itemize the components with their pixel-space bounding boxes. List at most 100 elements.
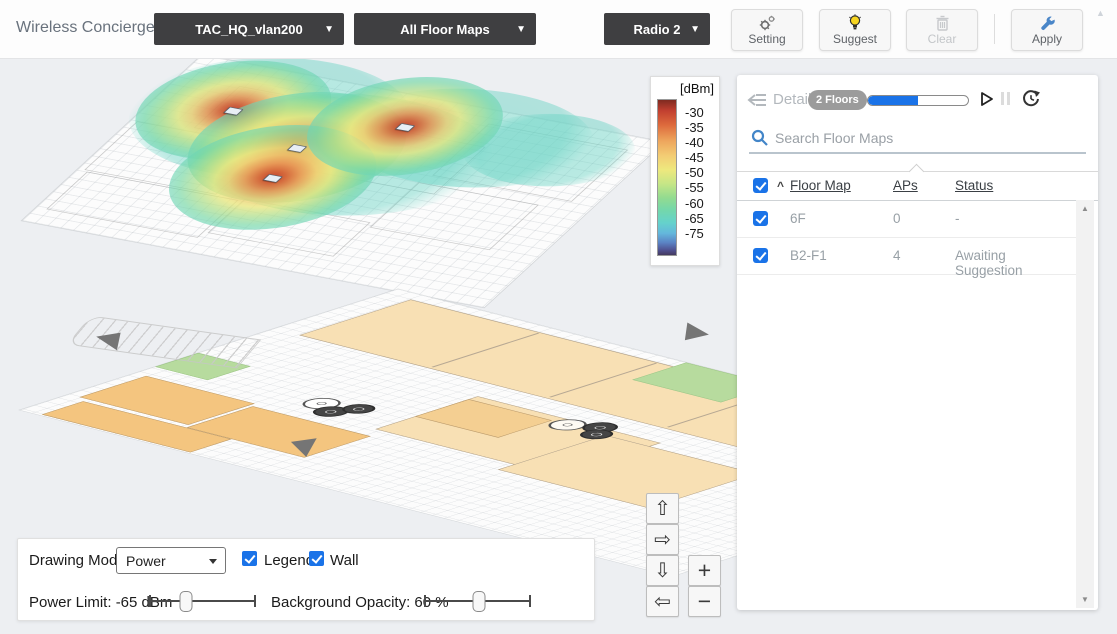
background-opacity-slider-thumb[interactable] bbox=[472, 591, 485, 612]
floor-name: 6F bbox=[790, 211, 806, 226]
radio-dropdown[interactable]: Radio 2 ▼ bbox=[604, 13, 710, 45]
slider-tick bbox=[254, 595, 256, 607]
collapse-left-icon bbox=[747, 92, 767, 108]
column-header-floor-map[interactable]: Floor Map bbox=[790, 178, 851, 193]
minus-icon: − bbox=[698, 588, 711, 615]
pause-icon bbox=[1007, 92, 1010, 105]
setting-button[interactable]: Setting bbox=[731, 9, 803, 51]
background-opacity-label: Background Opacity: 60 % bbox=[271, 594, 449, 611]
search-icon bbox=[751, 129, 768, 146]
legend-tick: -75 bbox=[681, 226, 713, 241]
slider-tick bbox=[149, 595, 151, 607]
toolbar-divider bbox=[994, 14, 995, 44]
animation-progress-bar[interactable] bbox=[867, 95, 969, 106]
apply-label: Apply bbox=[1032, 32, 1062, 46]
legend-checkbox[interactable] bbox=[242, 551, 257, 566]
pan-down-button[interactable]: ⇩ bbox=[646, 555, 679, 586]
slider-tick bbox=[529, 595, 531, 607]
refresh-button[interactable] bbox=[1021, 89, 1041, 114]
sort-ascending-icon[interactable]: ^ bbox=[777, 179, 784, 193]
zoom-in-button[interactable]: + bbox=[688, 555, 721, 586]
legend-tick: -35 bbox=[681, 120, 713, 135]
table-row[interactable]: B2-F1 4 Awaiting Suggestion bbox=[737, 237, 1076, 275]
zoom-out-button[interactable]: − bbox=[688, 586, 721, 617]
suggest-button[interactable]: Suggest bbox=[819, 9, 891, 51]
arrow-right-icon: ⇨ bbox=[654, 527, 671, 552]
legend-tick: -30 bbox=[681, 105, 713, 120]
signal-legend: [dBm] -30 -35 -40 -45 -50 -55 -60 -65 -7… bbox=[650, 76, 720, 266]
background-opacity-slider[interactable] bbox=[424, 590, 531, 612]
legend-tick: -45 bbox=[681, 150, 713, 165]
wrench-icon bbox=[1039, 15, 1056, 31]
progress-fill bbox=[868, 96, 918, 105]
page-title: Wireless Concierge bbox=[16, 19, 155, 37]
column-header-status[interactable]: Status bbox=[955, 178, 993, 193]
wall-checkbox[interactable] bbox=[309, 551, 324, 566]
drawing-mode-select[interactable]: Power bbox=[116, 547, 226, 574]
table-row[interactable]: 6F 0 - bbox=[737, 200, 1076, 238]
arrow-left-icon: ⇦ bbox=[654, 589, 671, 614]
select-all-checkbox[interactable] bbox=[753, 178, 768, 193]
drawing-controls-card: Drawing Mode: Power Legend Wall Power Li… bbox=[17, 538, 595, 621]
caret-down-icon: ▼ bbox=[690, 24, 700, 35]
search-underline bbox=[749, 152, 1086, 154]
network-dropdown[interactable]: TAC_HQ_vlan200 ▼ bbox=[154, 13, 344, 45]
header-notch bbox=[909, 164, 925, 180]
column-header-aps[interactable]: APs bbox=[893, 178, 918, 193]
ap-count: 4 bbox=[893, 248, 901, 263]
lightbulb-icon bbox=[847, 14, 863, 31]
refresh-icon bbox=[1021, 89, 1041, 109]
drawing-mode-label: Drawing Mode: bbox=[29, 552, 130, 569]
ap-count: 0 bbox=[893, 211, 901, 226]
pan-left-button[interactable]: ⇦ bbox=[646, 586, 679, 617]
power-limit-slider-thumb[interactable] bbox=[180, 591, 193, 612]
table-header: ^ Floor Map APs Status bbox=[737, 171, 1098, 201]
floors-count-badge: 2 Floors bbox=[808, 90, 867, 110]
top-toolbar: Wireless Concierge TAC_HQ_vlan200 ▼ All … bbox=[0, 0, 1117, 59]
row-checkbox[interactable] bbox=[753, 211, 768, 226]
legend-tick: -60 bbox=[681, 196, 713, 211]
search-row bbox=[737, 123, 1098, 153]
table-scrollbar[interactable]: ▲ ▼ bbox=[1076, 200, 1094, 608]
power-limit-slider[interactable] bbox=[149, 590, 256, 612]
page-scroll-up-icon: ▲ bbox=[1096, 8, 1105, 18]
pause-icon bbox=[1001, 92, 1004, 105]
radio-dropdown-value: Radio 2 bbox=[634, 22, 681, 37]
suggest-label: Suggest bbox=[833, 32, 877, 46]
search-input[interactable] bbox=[773, 125, 1077, 151]
scroll-up-icon[interactable]: ▲ bbox=[1076, 204, 1094, 213]
apply-button[interactable]: Apply bbox=[1011, 9, 1083, 51]
legend-tick: -40 bbox=[681, 135, 713, 150]
status-text: Awaiting Suggestion bbox=[955, 248, 1076, 278]
legend-tick-labels: -30 -35 -40 -45 -50 -55 -60 -65 -75 bbox=[681, 105, 713, 241]
map-canvas[interactable]: [dBm] -30 -35 -40 -45 -50 -55 -60 -65 -7… bbox=[0, 58, 1117, 634]
drawing-mode-value: Power bbox=[126, 553, 166, 569]
row-checkbox[interactable] bbox=[753, 248, 768, 263]
slider-track bbox=[149, 600, 256, 602]
legend-checkbox-label: Legend bbox=[264, 552, 314, 569]
legend-tick: -50 bbox=[681, 165, 713, 180]
map-arrow-marker bbox=[291, 438, 319, 458]
wall-checkbox-label: Wall bbox=[330, 552, 359, 569]
legend-colorbar bbox=[657, 99, 677, 256]
pan-right-button[interactable]: ⇨ bbox=[646, 524, 679, 555]
arrow-down-icon: ⇩ bbox=[654, 558, 671, 583]
caret-down-icon: ▼ bbox=[516, 24, 526, 35]
play-icon bbox=[980, 91, 994, 107]
floormap-dropdown[interactable]: All Floor Maps ▼ bbox=[354, 13, 536, 45]
pan-up-button[interactable]: ⇧ bbox=[646, 493, 679, 524]
floorplan-6f-heatmap[interactable] bbox=[22, 58, 664, 308]
clear-button[interactable]: Clear bbox=[906, 9, 978, 51]
play-button[interactable] bbox=[980, 91, 994, 112]
pause-button[interactable] bbox=[1001, 92, 1013, 105]
arrow-up-icon: ⇧ bbox=[654, 496, 671, 521]
app-window: [dBm] -30 -35 -40 -45 -50 -55 -60 -65 -7… bbox=[0, 0, 1117, 634]
plus-icon: + bbox=[698, 557, 711, 584]
network-dropdown-value: TAC_HQ_vlan200 bbox=[195, 22, 302, 37]
caret-down-icon: ▼ bbox=[324, 24, 334, 35]
scroll-down-icon[interactable]: ▼ bbox=[1076, 595, 1094, 604]
slider-tick bbox=[424, 595, 426, 607]
chevron-down-icon bbox=[209, 559, 217, 564]
clear-label: Clear bbox=[928, 32, 957, 46]
floor-name: B2-F1 bbox=[790, 248, 827, 263]
